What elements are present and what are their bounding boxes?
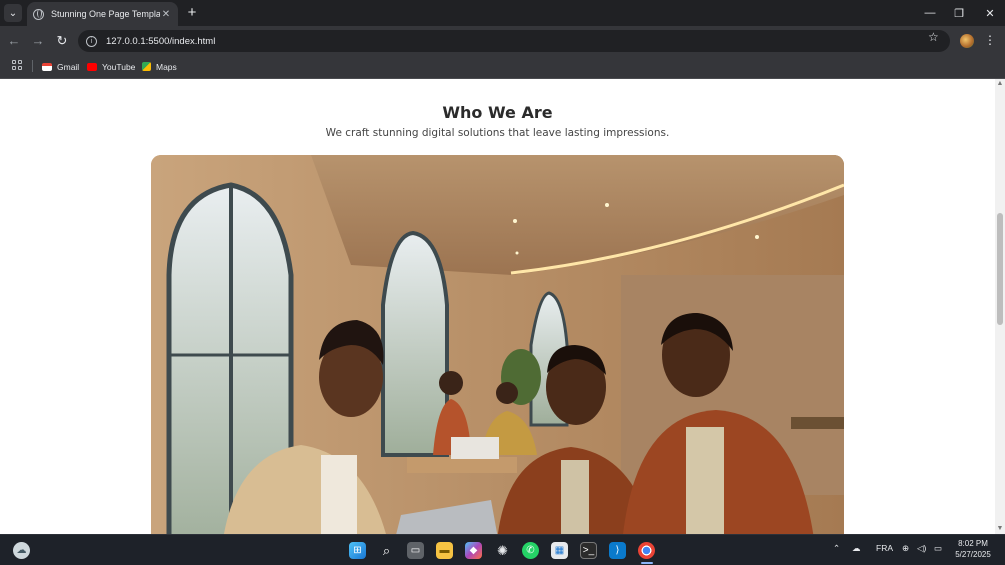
forward-button[interactable]: → <box>30 33 46 49</box>
browser-menu-icon[interactable]: ⋮ <box>984 33 996 47</box>
chrome-active-indicator <box>641 562 653 564</box>
whatsapp-icon[interactable]: ✆ <box>522 542 539 559</box>
site-info-icon[interactable]: i <box>86 35 97 47</box>
volume-icon[interactable]: ◁) <box>917 543 926 554</box>
scroll-up-icon[interactable]: ▲ <box>996 80 1004 88</box>
vscode-icon[interactable]: ⟩ <box>609 542 626 559</box>
tab-title: Stunning One Page Template <box>51 9 160 19</box>
language-indicator[interactable]: FRA <box>876 543 893 553</box>
microsoft-store-icon[interactable]: ▦ <box>551 542 568 559</box>
tab-search-chevron-icon[interactable]: ⌄ <box>4 4 22 22</box>
copilot-icon[interactable]: ◆ <box>465 542 482 559</box>
back-button[interactable]: ← <box>6 33 22 49</box>
chatgpt-icon[interactable]: ✺ <box>494 542 511 559</box>
start-menu-icon[interactable]: ⊞ <box>349 542 366 559</box>
maps-icon <box>142 62 151 71</box>
weather-icon[interactable]: ☁ <box>13 542 30 559</box>
url-text: 127.0.0.1:5500/index.html <box>106 35 216 47</box>
profile-avatar[interactable] <box>960 34 974 48</box>
search-icon[interactable]: ⌕ <box>378 542 395 559</box>
show-hidden-icons-icon[interactable]: ⌃ <box>833 543 840 554</box>
section-title: Who We Are <box>442 103 553 122</box>
bookmark-gmail[interactable]: Gmail <box>42 60 79 73</box>
clock-time: 8:02 PM <box>958 539 988 548</box>
bookmark-maps[interactable]: Maps <box>142 60 177 73</box>
scroll-thumb[interactable] <box>997 213 1003 325</box>
active-tab[interactable]: Stunning One Page Template ✕ <box>27 2 178 26</box>
terminal-icon[interactable]: >_ <box>580 542 597 559</box>
reload-button[interactable]: ↻ <box>54 33 70 49</box>
page-scrollbar[interactable]: ▲ ▼ <box>995 79 1005 534</box>
bookmarks-divider <box>32 60 33 72</box>
browser-toolbar: ← → ↻ i 127.0.0.1:5500/index.html <box>0 26 1005 56</box>
page-viewport: Who We Are We craft stunning digital sol… <box>0 79 995 534</box>
network-globe-icon[interactable]: ⊕ <box>902 543 909 554</box>
minimize-button[interactable]: — <box>915 0 945 26</box>
address-bar[interactable]: i 127.0.0.1:5500/index.html <box>78 30 950 52</box>
bookmark-label: YouTube <box>102 61 136 72</box>
scroll-down-icon[interactable]: ▼ <box>996 525 1004 533</box>
close-tab-icon[interactable]: ✕ <box>160 9 172 20</box>
globe-icon <box>33 8 44 20</box>
photo-illustration <box>151 155 844 534</box>
section-subtitle: We craft stunning digital solutions that… <box>325 127 670 139</box>
bookmark-label: Gmail <box>57 61 80 72</box>
restore-button[interactable]: ❐ <box>944 0 974 26</box>
bookmark-label: Maps <box>156 61 177 72</box>
tab-strip: ⌄ Stunning One Page Template ✕ + — ❐ ✕ <box>0 0 1005 26</box>
youtube-icon <box>87 62 97 71</box>
clock-date: 5/27/2025 <box>955 550 991 559</box>
system-clock[interactable]: 8:02 PM 5/27/2025 <box>948 538 998 560</box>
bookmark-star-icon[interactable]: ☆ <box>928 30 939 44</box>
battery-icon[interactable]: ▭ <box>934 543 942 554</box>
file-explorer-icon[interactable]: ▬ <box>436 542 453 559</box>
new-tab-button[interactable]: + <box>184 4 200 22</box>
gmail-icon <box>42 62 52 71</box>
close-window-button[interactable]: ✕ <box>975 0 1005 26</box>
bookmark-youtube[interactable]: YouTube <box>87 60 135 73</box>
chrome-icon[interactable] <box>638 542 655 559</box>
team-meeting-photo <box>151 155 844 534</box>
onedrive-cloud-icon[interactable]: ☁ <box>852 543 861 554</box>
apps-grid-icon[interactable] <box>12 60 22 70</box>
task-view-icon[interactable]: ▭ <box>407 542 424 559</box>
